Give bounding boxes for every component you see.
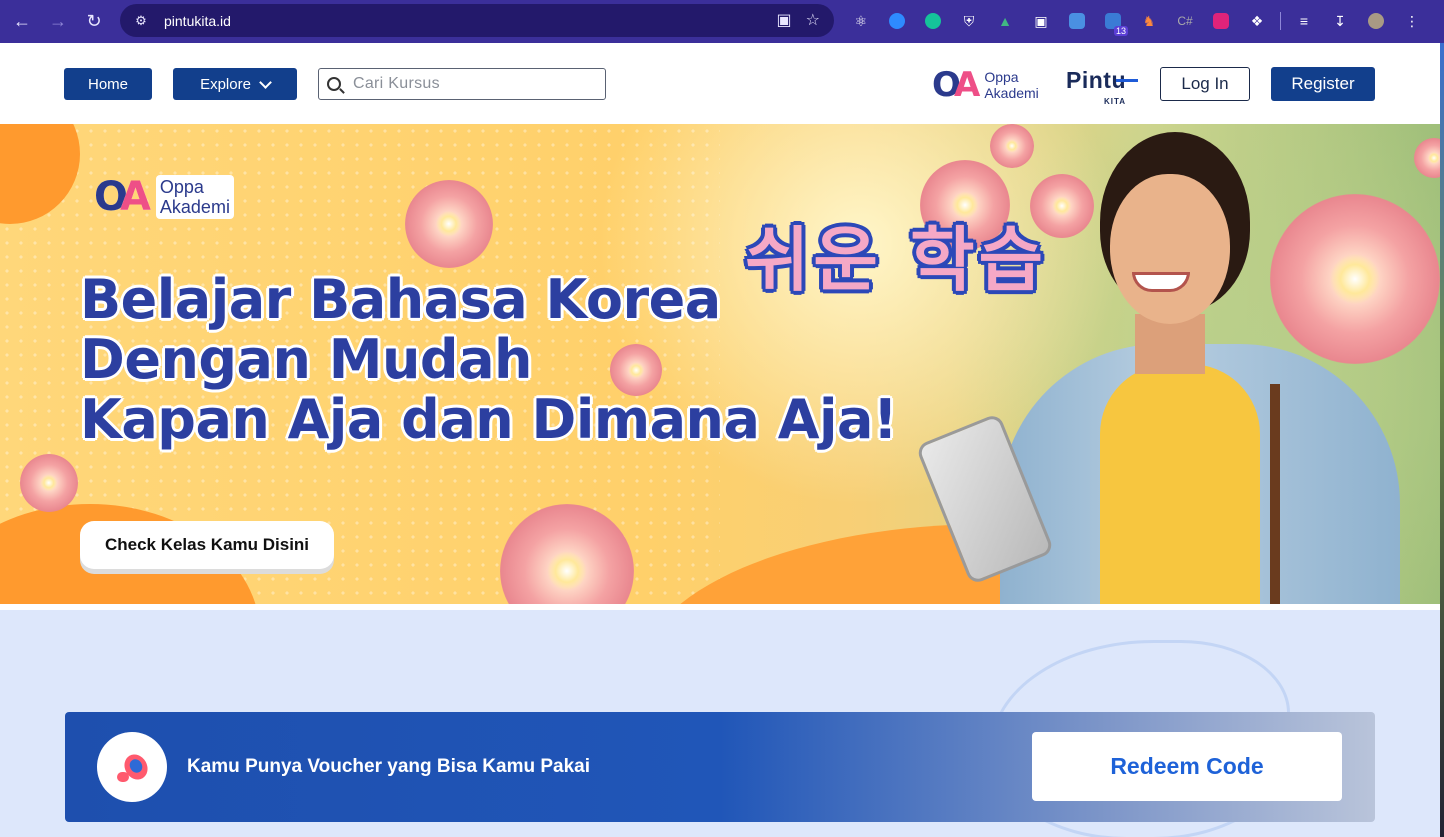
reload-icon[interactable]: ↻: [76, 4, 112, 40]
reading-list-icon[interactable]: ≡: [1291, 8, 1317, 34]
tab-counter-icon[interactable]: 13: [1100, 8, 1128, 36]
window-icon[interactable]: ▣: [1028, 8, 1054, 34]
vue-devtools-icon[interactable]: ▲: [992, 8, 1018, 34]
cherry-blossom-icon: [990, 124, 1034, 168]
forward-icon[interactable]: →: [40, 4, 76, 40]
banner-oa-logo: OA Oppa Akademi: [94, 174, 234, 220]
pintu-kita-logo[interactable]: Pintu KITA: [1066, 67, 1138, 106]
oa-logo-line1: Oppa: [984, 69, 1019, 85]
chess-icon[interactable]: ♞: [1136, 8, 1162, 34]
megaphone-icon: [97, 732, 167, 802]
pintu-logo-bar: [1116, 79, 1138, 82]
shield-icon[interactable]: ⛨: [956, 8, 982, 34]
cherry-blossom-icon: [405, 180, 493, 268]
bookmark-star-icon[interactable]: ☆: [806, 10, 820, 30]
chevron-down-icon: [259, 75, 272, 89]
oppa-akademi-logo[interactable]: OA Oppa Akademi: [932, 65, 1039, 105]
tab-count-badge: 13: [1113, 26, 1128, 36]
cherry-blossom-icon: [1270, 194, 1440, 364]
oa-logo-line2: Akademi: [984, 85, 1039, 101]
register-button[interactable]: Register: [1271, 67, 1375, 101]
grammarly-icon[interactable]: [920, 8, 946, 34]
oa-logo-mark: OA: [932, 65, 980, 105]
puzzle-icon[interactable]: ❖: [1244, 8, 1270, 34]
toolbar-separator: [1280, 12, 1281, 30]
doc-icon[interactable]: [1064, 8, 1090, 34]
browser-toolbar: ← → ↻ ⚙ pintukita.id ▣ ☆ ⚛ ⛨ ▲ ▣ 13 ♞ C#…: [0, 0, 1444, 43]
site-settings-icon[interactable]: ⚙: [132, 12, 150, 30]
react-devtools-icon[interactable]: ⚛: [848, 8, 874, 34]
headline-line-3: Kapan Aja dan Dimana Aja!: [80, 388, 898, 451]
voucher-section: Kamu Punya Voucher yang Bisa Kamu Pakai …: [0, 610, 1440, 837]
banner-logo-line2: Akademi: [159, 197, 230, 217]
voucher-banner: Kamu Punya Voucher yang Bisa Kamu Pakai …: [65, 712, 1375, 822]
headline-line-1: Belajar Bahasa Korea: [80, 268, 721, 331]
download-icon[interactable]: ↧: [1327, 8, 1353, 34]
site-header: Home Explore OA Oppa Akademi Pintu KITA …: [0, 43, 1440, 124]
explore-dropdown[interactable]: Explore: [173, 68, 297, 100]
gem-icon[interactable]: [1208, 8, 1234, 34]
explore-label: Explore: [200, 75, 251, 93]
install-app-icon[interactable]: ▣: [777, 10, 792, 30]
window-edge: [1440, 43, 1444, 837]
web-page: Home Explore OA Oppa Akademi Pintu KITA …: [0, 43, 1440, 837]
check-class-button[interactable]: Check Kelas Kamu Disini: [80, 521, 334, 569]
extensions-bar: ⚛ ⛨ ▲ ▣ 13 ♞ C# ❖ ≡ ↧ ⋮: [848, 8, 1425, 36]
cherry-blossom-icon: [20, 454, 78, 512]
url-text[interactable]: pintukita.id: [164, 13, 231, 29]
profile-avatar[interactable]: [1363, 8, 1389, 34]
hero-banner[interactable]: OA Oppa Akademi 쉬운 학습 Belajar Bahasa Kor…: [0, 124, 1440, 604]
login-button[interactable]: Log In: [1160, 67, 1250, 101]
home-button[interactable]: Home: [64, 68, 152, 100]
search-icon: [327, 77, 341, 91]
oa-logo-text: Oppa Akademi: [984, 69, 1038, 101]
pintu-logo-sub: KITA: [1104, 97, 1127, 106]
redeem-code-button[interactable]: Redeem Code: [1032, 732, 1342, 801]
extension-icon[interactable]: [884, 8, 910, 34]
banner-oa-text: Oppa Akademi: [155, 175, 234, 219]
search-input[interactable]: [353, 75, 593, 93]
voucher-message: Kamu Punya Voucher yang Bisa Kamu Pakai: [187, 756, 591, 777]
banner-headline: Belajar Bahasa Korea Dengan Mudah Kapan …: [80, 270, 910, 450]
menu-kebab-icon[interactable]: ⋮: [1399, 8, 1425, 34]
address-bar[interactable]: ⚙ pintukita.id ▣ ☆: [120, 4, 834, 37]
banner-logo-line1: Oppa: [159, 177, 204, 197]
css-icon[interactable]: C#: [1172, 8, 1198, 34]
headline-line-2: Dengan Mudah: [80, 328, 532, 391]
back-icon[interactable]: ←: [4, 4, 40, 40]
banner-oa-mark: OA: [94, 174, 151, 220]
course-search[interactable]: [318, 68, 606, 100]
